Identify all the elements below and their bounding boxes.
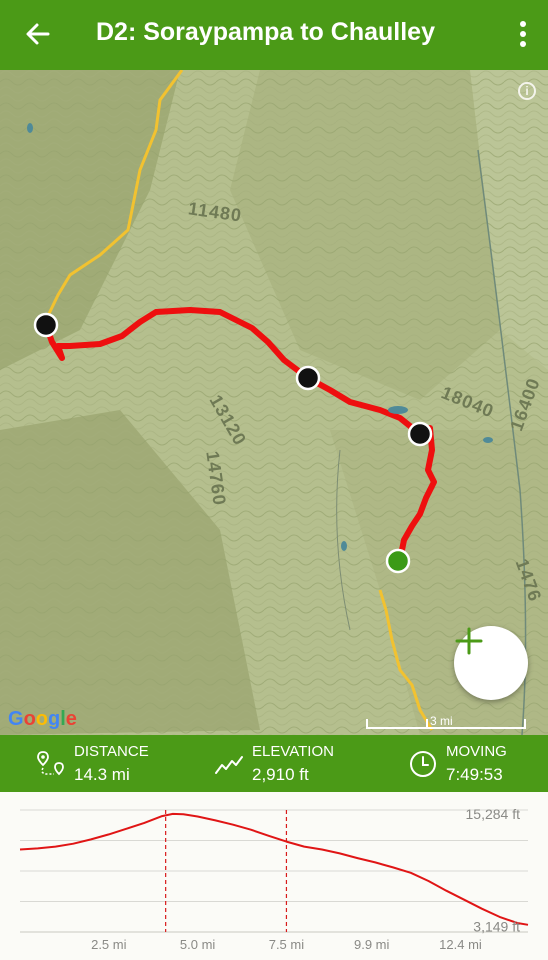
waypoint-marker[interactable] (407, 421, 433, 447)
x-tick-label: 5.0 mi (180, 937, 216, 952)
x-tick-label: 2.5 mi (91, 937, 127, 952)
google-logo: Google (8, 708, 77, 730)
lake (27, 123, 33, 133)
moving-label: MOVING (446, 743, 507, 760)
more-vertical-icon[interactable] (516, 18, 530, 50)
route-pin-icon (37, 751, 64, 776)
clock-icon (410, 751, 436, 777)
y-tick-label: 3,149 ft (473, 919, 520, 935)
x-tick-label: 7.5 mi (269, 937, 305, 952)
lake (483, 437, 493, 443)
scale-bar: 3 mi (366, 714, 526, 731)
lake (341, 541, 347, 551)
elevation-trend-icon (215, 756, 243, 774)
elevation-line (19, 812, 529, 926)
topo-map[interactable]: 11480 13120 14760 18040 16400 1476 i Goo… (0, 70, 548, 735)
x-tick-label: 9.9 mi (354, 937, 390, 952)
distance-label: DISTANCE (74, 743, 149, 760)
plus-icon (455, 627, 483, 655)
elevation-label: ELEVATION (252, 743, 334, 760)
moving-value: 7:49:53 (446, 765, 503, 784)
stats-bar: DISTANCE 14.3 mi ELEVATION 2,910 ft MOVI… (0, 735, 548, 792)
app-bar: D2: Soraypampa to Chaulley (0, 0, 548, 70)
zoom-in-button[interactable] (454, 626, 528, 700)
page-title: D2: Soraypampa to Chaulley (96, 18, 435, 46)
y-tick-label: 15,284 ft (466, 806, 521, 822)
info-icon[interactable]: i (518, 82, 536, 100)
x-tick-label: 12.4 mi (439, 937, 482, 952)
elevation-value: 2,910 ft (252, 765, 309, 784)
elevation-profile[interactable]: 15,284 ft 3,149 ft 2.5 mi 5.0 mi 7.5 mi 9.9 m… (0, 792, 548, 960)
waypoint-marker[interactable] (33, 312, 59, 338)
distance-value: 14.3 mi (74, 765, 130, 784)
lake (388, 406, 408, 414)
start-marker[interactable] (385, 548, 411, 574)
waypoint-marker[interactable] (295, 365, 321, 391)
elevation-chart: 15,284 ft 3,149 ft 2.5 mi 5.0 mi 7.5 mi 9.9 m… (19, 806, 529, 952)
scale-label: 3 mi (430, 714, 453, 728)
arrow-left-icon[interactable] (22, 18, 54, 50)
